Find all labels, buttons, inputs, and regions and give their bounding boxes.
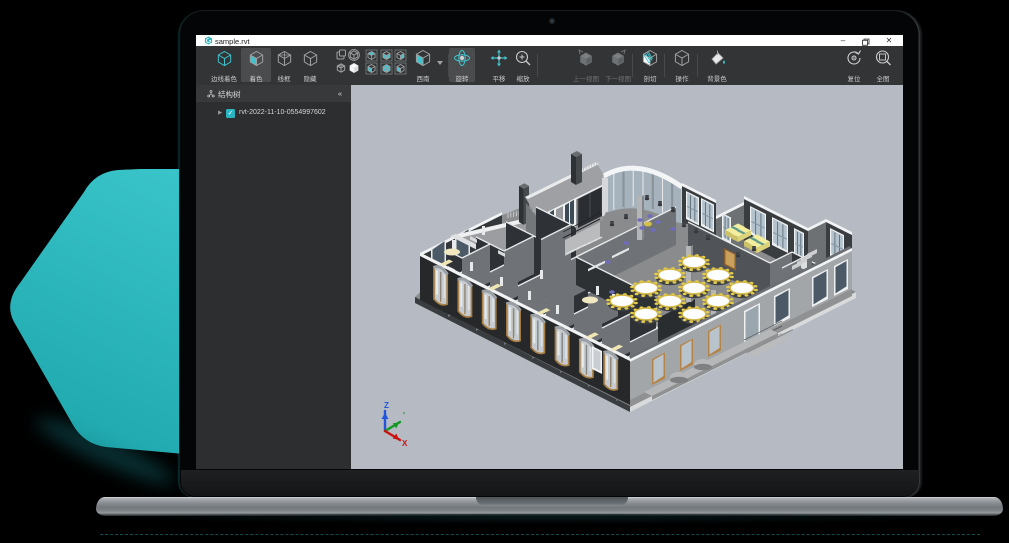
svg-text:': ' [403, 411, 405, 420]
svg-text:Z: Z [384, 401, 389, 410]
svg-text:X: X [402, 439, 408, 448]
